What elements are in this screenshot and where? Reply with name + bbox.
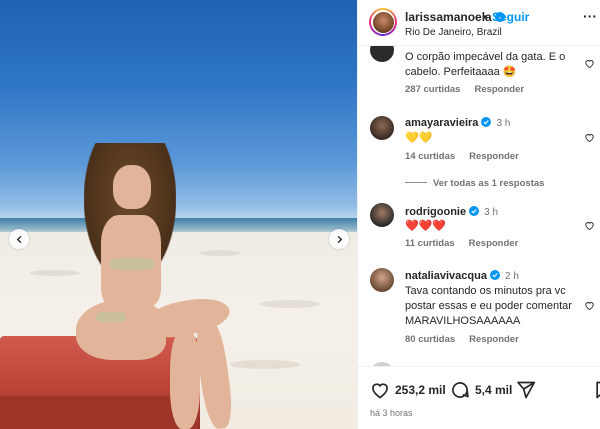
post-side-panel: larissamanoela • Seguir Rio De Janeiro, … <box>357 0 600 429</box>
comment-likes[interactable]: 14 curtidas <box>405 151 455 162</box>
post-time[interactable]: há 3 horas <box>370 408 413 418</box>
comment-text: 💛💛 <box>405 132 433 144</box>
verified-badge-icon <box>481 117 492 127</box>
photo-bench-front <box>0 396 198 429</box>
share-button[interactable] <box>516 380 536 400</box>
comments-list[interactable]: O corpão impecável da gata. E o cabelo. … <box>358 46 600 366</box>
comment-username[interactable]: nataliavivacqua <box>405 270 487 282</box>
comment-avatar[interactable] <box>370 46 394 62</box>
post-actions-bar: 253,2 mil 5,4 mil há 3 horas <box>358 366 600 429</box>
photo-face <box>113 165 151 209</box>
comments-count[interactable]: 5,4 mil <box>475 383 512 397</box>
comment-text: Tava contando os minutos pra vc postar e… <box>405 285 572 327</box>
view-replies-label[interactable]: Ver todas as 1 respostas <box>433 178 544 189</box>
comment-button[interactable]: 5,4 mil <box>450 380 512 400</box>
comment-text: ❤️❤️❤️ <box>405 220 447 232</box>
follow-button[interactable]: Seguir <box>492 10 529 24</box>
comment-header: nataliavivacqua 2 h <box>405 269 575 284</box>
view-replies-button[interactable]: Ver todas as 1 respostas <box>405 178 544 189</box>
comment-time: 2 h <box>505 271 519 282</box>
comment-time: 3 h <box>484 207 499 218</box>
comment-reply-button[interactable]: Responder <box>469 238 519 249</box>
comment-meta: 14 curtidas Responder <box>405 151 519 162</box>
replies-divider <box>405 182 427 183</box>
sand-texture <box>260 300 320 308</box>
comment-meta: 11 curtidas Responder <box>405 238 518 249</box>
comment-reply-button[interactable]: Responder <box>469 334 519 345</box>
comment-reply-button[interactable]: Responder <box>474 84 524 95</box>
comment-meta: 80 curtidas Responder <box>405 334 519 345</box>
comment-text: O corpão impecável da gata. E o cabelo. … <box>405 51 566 78</box>
comment-username[interactable]: rodrigoonie <box>405 206 466 218</box>
sand-texture <box>230 360 300 369</box>
comment-avatar[interactable] <box>370 268 394 292</box>
comment-time: 3 h <box>496 118 511 129</box>
chevron-right-icon <box>337 235 342 243</box>
post-location[interactable]: Rio De Janeiro, Brazil <box>405 27 502 38</box>
heart-icon <box>372 383 388 399</box>
comment-header: amayaravieira 3 h <box>405 116 575 131</box>
comment-likes[interactable]: 11 curtidas <box>405 238 455 249</box>
sand-texture <box>200 250 240 256</box>
comment-header: rodrigoonie 3 h <box>405 205 575 220</box>
sand-texture <box>30 270 80 276</box>
comment-likes[interactable]: 287 curtidas <box>405 84 460 95</box>
post-header: larissamanoela • Seguir Rio De Janeiro, … <box>358 0 600 46</box>
author-username[interactable]: larissamanoela <box>405 10 505 24</box>
comment-reply-button[interactable]: Responder <box>469 151 519 162</box>
send-icon <box>517 381 536 399</box>
bookmark-icon <box>596 381 600 399</box>
more-options-button[interactable]: ··· <box>583 8 597 24</box>
photo-leg <box>170 330 200 429</box>
comment-avatar[interactable] <box>370 203 394 227</box>
post-photo <box>0 0 357 429</box>
comment-icon <box>452 382 469 398</box>
author-username-text[interactable]: larissamanoela <box>405 10 492 24</box>
comment-meta: 287 curtidas Responder <box>405 84 524 95</box>
comment-likes[interactable]: 80 curtidas <box>405 334 455 345</box>
header-separator: • <box>483 10 488 24</box>
photo-swimsuit-top <box>110 258 154 270</box>
like-button[interactable]: 253,2 mil <box>370 380 446 400</box>
chevron-left-icon <box>16 235 21 243</box>
previous-photo-button[interactable] <box>9 229 29 249</box>
likes-count[interactable]: 253,2 mil <box>395 383 446 397</box>
comment-avatar[interactable] <box>370 116 394 140</box>
save-button[interactable] <box>593 380 600 400</box>
heart-icon[interactable] <box>584 220 595 231</box>
comment-username[interactable]: amayaravieira <box>405 117 478 129</box>
author-avatar[interactable] <box>369 8 397 36</box>
verified-badge-icon <box>469 206 480 216</box>
photo-swimsuit-bottom <box>96 312 126 322</box>
next-photo-button[interactable] <box>329 229 349 249</box>
heart-icon[interactable] <box>584 300 595 311</box>
verified-badge-icon <box>489 270 500 280</box>
heart-icon[interactable] <box>584 58 595 69</box>
heart-icon[interactable] <box>584 132 595 143</box>
